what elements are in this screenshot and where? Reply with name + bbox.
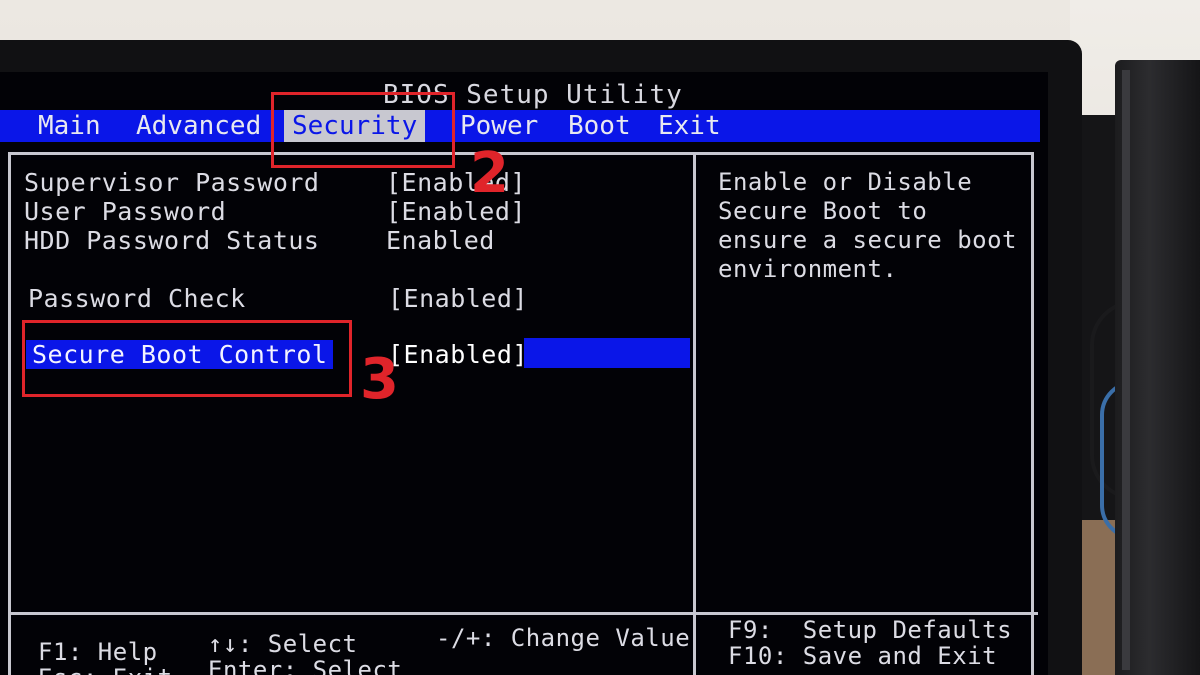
setting-supervisor-password[interactable]: Supervisor Password xyxy=(24,168,319,197)
pc-case-edge xyxy=(1122,70,1130,670)
setting-value: Enabled xyxy=(386,226,495,255)
help-line: ensure a secure boot xyxy=(718,226,1017,254)
tab-power[interactable]: Power xyxy=(452,110,546,142)
tab-boot[interactable]: Boot xyxy=(560,110,639,142)
help-line: environment. xyxy=(718,255,898,283)
key-f1-help: F1: Help xyxy=(38,638,158,666)
key-f10-save-exit: F10: Save and Exit xyxy=(728,642,998,670)
key-arrows-select: ↑↓: Select xyxy=(208,630,358,658)
setting-password-check[interactable]: Password Check xyxy=(28,284,246,313)
bios-menu-bar: Main Advanced Security Power Boot Exit xyxy=(0,110,1040,142)
key-enter-select: Enter: Select xyxy=(208,656,403,675)
setting-value[interactable]: [Enabled] xyxy=(388,284,528,313)
tab-advanced[interactable]: Advanced xyxy=(128,110,269,142)
help-text: Enable or Disable Secure Boot to ensure … xyxy=(718,168,1018,284)
annotation-step-2: 2 xyxy=(470,141,509,206)
annotation-box-secure-boot xyxy=(22,320,352,397)
help-line: Enable or Disable xyxy=(718,168,973,196)
key-esc-exit: Esc: Exit xyxy=(38,664,173,675)
selection-bar xyxy=(524,338,690,368)
tab-main[interactable]: Main xyxy=(30,110,109,142)
key-f9-defaults: F9: Setup Defaults xyxy=(728,616,1013,644)
annotation-box-security xyxy=(271,92,455,168)
tab-exit[interactable]: Exit xyxy=(650,110,729,142)
key-change-value: -/+: Change Value xyxy=(436,624,691,652)
help-line: Secure Boot to xyxy=(718,197,928,225)
setting-value[interactable]: [Enabled] xyxy=(388,340,528,369)
setting-hdd-password-status: HDD Password Status xyxy=(24,226,320,255)
setting-user-password[interactable]: User Password xyxy=(24,197,226,226)
annotation-step-3: 3 xyxy=(360,347,399,412)
